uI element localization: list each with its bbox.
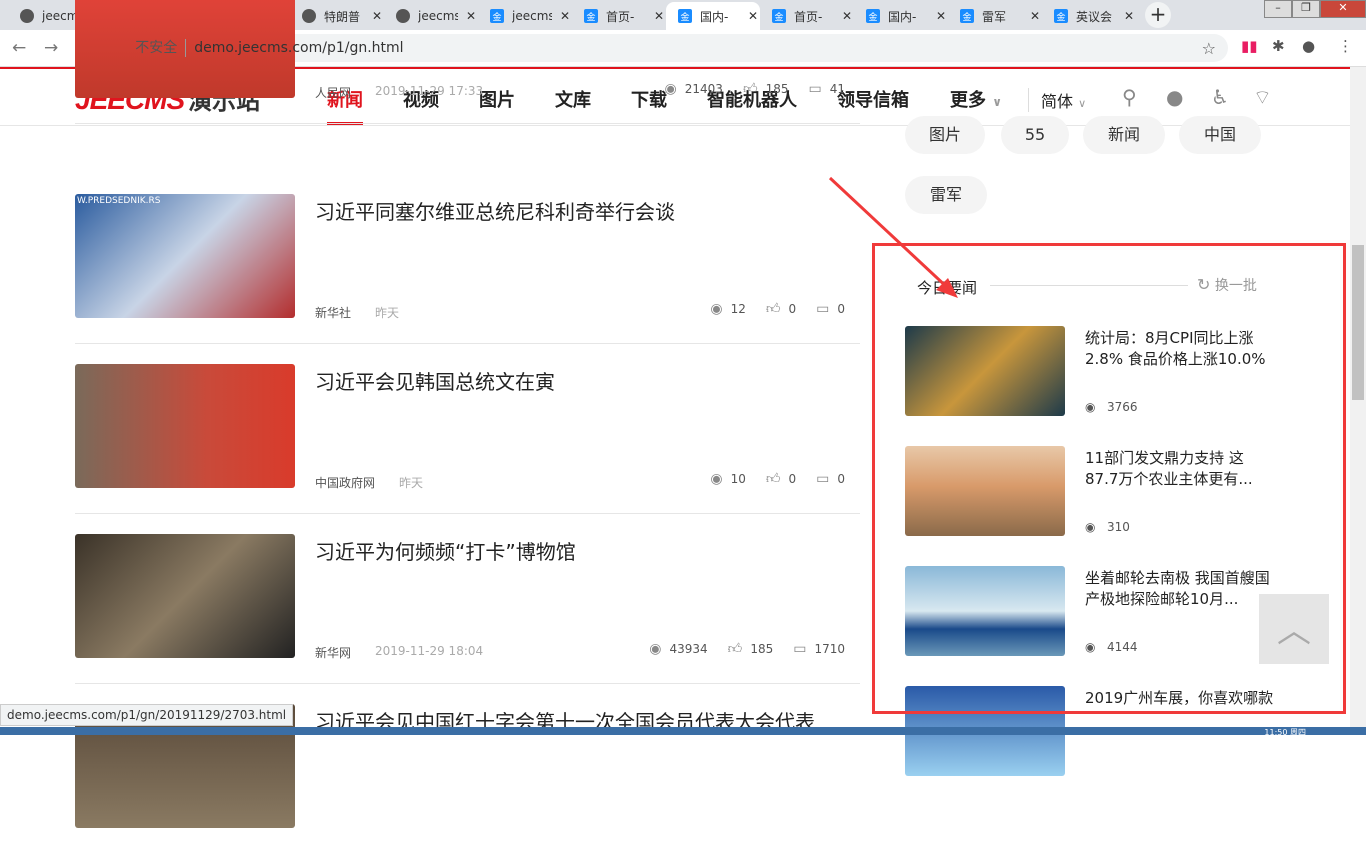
eye-icon: ◉ xyxy=(710,300,723,317)
menu-dots-icon[interactable]: ⋮ xyxy=(1338,37,1353,55)
tag-item[interactable]: 中国 xyxy=(1179,116,1261,154)
new-tab-button[interactable]: + xyxy=(1145,2,1171,28)
comment-icon[interactable]: ▭ xyxy=(816,301,829,317)
tag-item[interactable]: 雷军 xyxy=(905,176,987,214)
thumbs-up-icon[interactable]: 👍︎ xyxy=(766,470,781,487)
like-count: 0 xyxy=(788,301,797,316)
extension-icon[interactable]: ▮▮ xyxy=(1241,37,1258,55)
view-count: 12 xyxy=(730,301,746,316)
tag-item[interactable]: 55 xyxy=(1001,116,1069,154)
browser-tab[interactable]: 金雷军 ✕ xyxy=(948,2,1042,30)
comment-count: 1710 xyxy=(814,641,845,656)
scrollbar-thumb[interactable] xyxy=(1352,245,1364,400)
forward-icon[interactable]: → xyxy=(44,38,58,58)
article-stats: ◉ 43934 👍︎ 185 ▭ 1710 xyxy=(637,640,845,658)
close-tab-icon[interactable]: ✕ xyxy=(936,9,946,23)
article-title[interactable]: 习近平会见韩国总统文在寅 xyxy=(315,366,555,395)
thumbs-up-icon[interactable]: 👍︎ xyxy=(766,300,781,317)
article-stats: ◉ 21403 👍︎ 185 ▭ 41 xyxy=(653,80,845,98)
taskbar xyxy=(0,727,1366,735)
article-source: 中国政府网 xyxy=(315,476,376,490)
article-source: 人民网 xyxy=(315,86,352,100)
puzzle-icon[interactable]: ✱ xyxy=(1272,37,1285,55)
profile-icon[interactable]: ● xyxy=(1302,37,1315,55)
close-tab-icon[interactable]: ✕ xyxy=(1124,9,1134,23)
view-count: 10 xyxy=(730,471,746,486)
article-time: 昨天 xyxy=(375,306,400,320)
status-bar-url: demo.jeecms.com/p1/gn/20191129/2703.html xyxy=(0,704,294,726)
comment-count: 41 xyxy=(829,81,845,96)
thumbs-up-icon[interactable]: 👍︎ xyxy=(728,640,743,657)
article-title[interactable]: 习近平为何频频“打卡”博物馆 xyxy=(315,536,576,565)
article-time: 2019-11-29 17:33 xyxy=(375,84,484,98)
divider xyxy=(75,513,860,514)
accessibility-icon[interactable]: ♿ xyxy=(1211,85,1229,109)
comment-count: 0 xyxy=(837,471,845,486)
site-favicon: 金 xyxy=(960,9,974,23)
tag-item[interactable]: 图片 xyxy=(905,116,985,154)
url-text: demo.jeecms.com/p1/gn.html xyxy=(194,40,404,56)
language-select[interactable]: 简体 ∨ xyxy=(1028,88,1086,112)
tab-title: 英议会 xyxy=(1076,9,1113,24)
article-item[interactable]: 习近平会见韩国总统文在寅中国政府网 昨天 ◉ 10 👍︎ 0 ▭ 0 xyxy=(75,364,860,514)
maximize-button[interactable]: ❐ xyxy=(1292,0,1320,18)
like-count: 0 xyxy=(788,471,797,486)
divider xyxy=(75,343,860,344)
like-count: 185 xyxy=(750,641,774,656)
site-favicon: 金 xyxy=(1054,9,1068,23)
article-stats: ◉ 10 👍︎ 0 ▭ 0 xyxy=(698,470,845,488)
minimize-button[interactable]: – xyxy=(1264,0,1292,18)
scrollbar[interactable] xyxy=(1350,67,1366,735)
globe-icon xyxy=(20,9,34,23)
tag-item[interactable]: 新闻 xyxy=(1083,116,1165,154)
article-title[interactable]: 习近平同塞尔维亚总统尼科利奇举行会谈 xyxy=(315,196,675,225)
article-item[interactable]: W.PREDSEDNIK.RS 习近平同塞尔维亚总统尼科利奇举行会谈 新华社 昨天 … xyxy=(75,194,860,344)
article-thumbnail[interactable]: W.PREDSEDNIK.RS xyxy=(75,194,295,318)
comment-count: 0 xyxy=(837,301,845,316)
image-caption: W.PREDSEDNIK.RS xyxy=(77,196,161,206)
article-item[interactable]: 习近平为何频频“打卡”博物馆新华网 2019-11-29 18:04 ◉ 4393… xyxy=(75,534,860,684)
comment-icon[interactable]: ▭ xyxy=(793,641,806,657)
article-stats: ◉ 12 👍︎ 0 ▭ 0 xyxy=(698,300,845,318)
comment-icon[interactable]: ▭ xyxy=(816,471,829,487)
divider xyxy=(75,683,860,684)
back-icon[interactable]: ← xyxy=(12,38,26,58)
comment-icon[interactable]: ▭ xyxy=(808,81,821,97)
bookmark-star-icon[interactable]: ☆ xyxy=(1202,39,1216,58)
nav-more[interactable]: 更多 ∨ xyxy=(950,86,1002,112)
article-source: 新华社 xyxy=(315,306,352,320)
site-favicon: 金 xyxy=(866,9,880,23)
like-count: 185 xyxy=(765,81,789,96)
search-icon[interactable]: ⚲ xyxy=(1122,85,1137,109)
user-icon[interactable]: ● xyxy=(1166,85,1183,109)
eye-icon: ◉ xyxy=(664,80,677,97)
article-item[interactable]: 人民网 2019-11-29 17:33 ◉ 21403 👍︎ 185 ▭ 41 xyxy=(75,0,860,124)
article-source: 新华网 xyxy=(315,646,352,660)
article-thumbnail[interactable] xyxy=(75,364,295,488)
back-to-top-button[interactable]: ︿ xyxy=(1259,594,1329,664)
browser-tab[interactable]: 金英议会 ✕ xyxy=(1042,2,1136,30)
close-window-button[interactable]: ✕ xyxy=(1320,0,1366,18)
view-count: 43934 xyxy=(669,641,708,656)
tab-title: 国内- xyxy=(888,9,917,24)
browser-tab[interactable]: 金国内- ✕ xyxy=(854,2,948,30)
taskbar-clock: 11:50 周四 xyxy=(1264,728,1306,737)
view-count: 21403 xyxy=(684,81,723,96)
article-time: 昨天 xyxy=(399,476,424,490)
eye-icon: ◉ xyxy=(710,470,723,487)
window-controls: – ❐ ✕ xyxy=(1264,0,1366,18)
rss-icon[interactable]: ⌔ xyxy=(1253,85,1272,110)
article-thumbnail[interactable] xyxy=(75,534,295,658)
security-label[interactable]: 不安全 xyxy=(135,39,187,57)
close-tab-icon[interactable]: ✕ xyxy=(1030,9,1040,23)
tab-title: 雷军 xyxy=(982,9,1007,24)
article-time: 2019-11-29 18:04 xyxy=(375,644,484,658)
thumbs-up-icon[interactable]: 👍︎ xyxy=(743,80,758,97)
eye-icon: ◉ xyxy=(649,640,662,657)
divider xyxy=(75,123,860,124)
